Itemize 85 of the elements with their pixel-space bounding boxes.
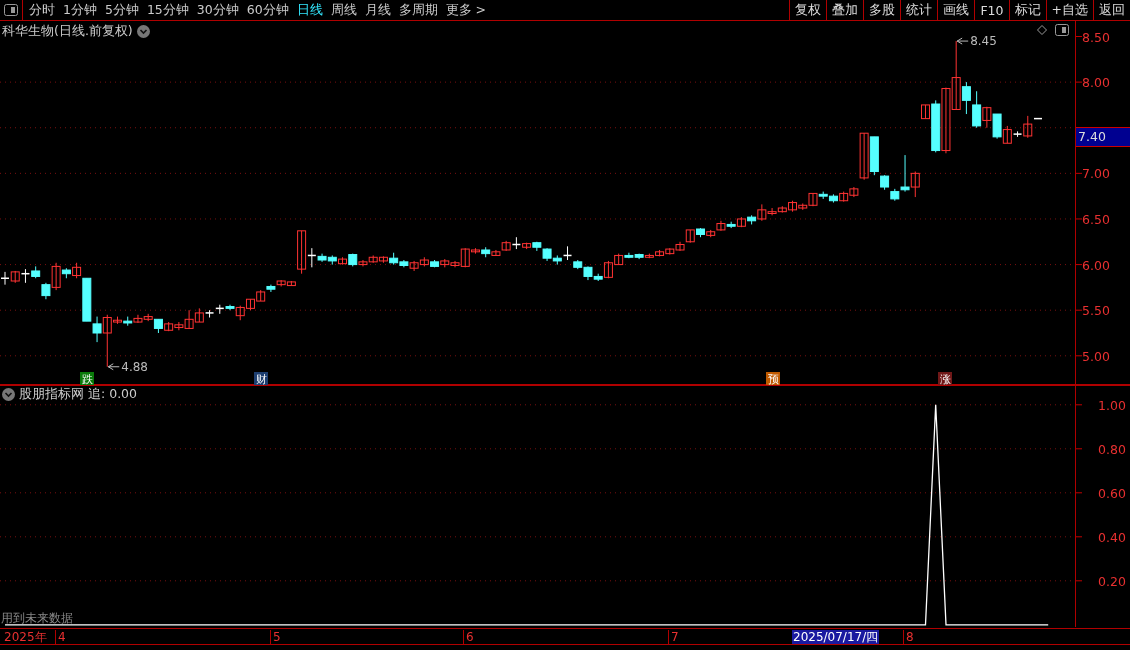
month-label: 4 [55, 630, 66, 644]
period-tab[interactable]: 周线 [326, 0, 361, 20]
candlestick [338, 256, 347, 266]
candlestick [532, 241, 542, 252]
candlestick [685, 229, 695, 244]
price-axis-label: 5.00 [1082, 348, 1110, 364]
month-label: 8 [903, 630, 914, 644]
indicator-name: 股朋指标网 [19, 386, 84, 403]
price-axis-label: 8.50 [1082, 29, 1110, 44]
candlestick [419, 256, 429, 267]
toolbar-button[interactable]: 统计 [900, 0, 938, 20]
indicator-value: 追: 0.00 [88, 386, 138, 403]
indicator-axis-label: 0.80 [1098, 441, 1126, 457]
dropdown-icon[interactable] [136, 25, 150, 38]
panel-toggle-icon[interactable] [1055, 24, 1069, 36]
leader-line [107, 363, 120, 371]
candlestick [327, 254, 337, 266]
toolbar-button[interactable]: 复权 [789, 0, 827, 20]
candlestick [430, 259, 440, 268]
candlestick [706, 229, 716, 238]
candlestick [440, 258, 450, 268]
chart-title: 科华生物(日线.前复权) [2, 23, 133, 40]
candlestick [665, 247, 675, 256]
candlestick [368, 254, 378, 264]
toolbar-button[interactable]: F10 [974, 0, 1009, 20]
toolbar-button[interactable]: 多股 [863, 0, 901, 20]
month-label: 6 [463, 630, 474, 644]
candlestick [839, 191, 849, 203]
candlestick [992, 113, 1002, 140]
candlestick [828, 193, 838, 204]
event-marker[interactable]: 财 [254, 372, 268, 386]
candlestick [20, 268, 31, 284]
period-tab[interactable]: 更多 > [441, 0, 491, 20]
period-tab[interactable]: 1分钟 [59, 0, 101, 20]
dropdown-icon[interactable] [2, 388, 15, 401]
panel-toggle-icon[interactable] [4, 4, 18, 16]
period-tab[interactable]: 60分钟 [242, 0, 293, 20]
current-price-tag: 7.40 [1076, 126, 1130, 147]
period-tab[interactable]: 分时 [25, 0, 59, 20]
price-axis-label: 7.00 [1082, 165, 1110, 181]
toolbar-button[interactable]: 叠加 [826, 0, 864, 20]
candlestick [675, 241, 685, 252]
leader-line [956, 37, 969, 45]
candlestick [245, 298, 255, 311]
toolbar-button[interactable]: 返回 [1093, 0, 1130, 20]
month-label: 7 [668, 630, 679, 644]
price-axis-label: 8.00 [1082, 74, 1110, 90]
candlestick [409, 260, 419, 272]
cursor-date-label: 2025/07/17/四 [792, 630, 880, 644]
toolbar-button[interactable]: 画线 [937, 0, 975, 20]
candlestick [552, 254, 562, 266]
candlestick [0, 271, 10, 286]
period-tab[interactable]: 30分钟 [192, 0, 243, 20]
price-axis-label: 6.50 [1082, 211, 1110, 227]
year-label: 2025年 [3, 630, 47, 644]
candlestick [859, 132, 869, 181]
candlestick [849, 186, 859, 198]
candlestick [696, 227, 705, 238]
price-axis-label: 5.50 [1082, 302, 1110, 318]
event-marker[interactable]: 预 [766, 372, 780, 386]
future-data-note: 用到未来数据 [1, 610, 73, 627]
low-price-label: 4.88 [121, 359, 148, 374]
period-tab[interactable]: 15分钟 [142, 0, 193, 20]
candlestick [31, 265, 41, 279]
diamond-icon[interactable] [1037, 25, 1047, 35]
candlestick [542, 247, 552, 262]
month-label: 5 [270, 630, 281, 644]
candlestick [10, 270, 20, 284]
period-tab[interactable]: 5分钟 [100, 0, 143, 20]
toolbar-button[interactable]: 标记 [1008, 0, 1046, 20]
event-marker[interactable]: 跌 [80, 372, 94, 386]
price-axis-label: 6.00 [1082, 257, 1110, 273]
candlestick [123, 316, 133, 327]
candlestick [941, 87, 951, 154]
candlestick [133, 314, 143, 324]
period-tab[interactable]: 月线 [360, 0, 395, 20]
event-marker[interactable]: 涨 [938, 372, 952, 386]
indicator-axis-label: 0.20 [1098, 573, 1126, 589]
indicator-axis-label: 1.00 [1098, 397, 1126, 413]
toolbar-button[interactable]: +自选 [1045, 0, 1093, 20]
indicator-axis-label: 0.60 [1098, 485, 1126, 501]
period-tab[interactable]: 日线 [292, 0, 327, 20]
high-price-label: 8.45 [970, 34, 997, 49]
indicator-axis-label: 0.40 [1098, 529, 1126, 545]
period-tab[interactable]: 多周期 [394, 0, 442, 20]
